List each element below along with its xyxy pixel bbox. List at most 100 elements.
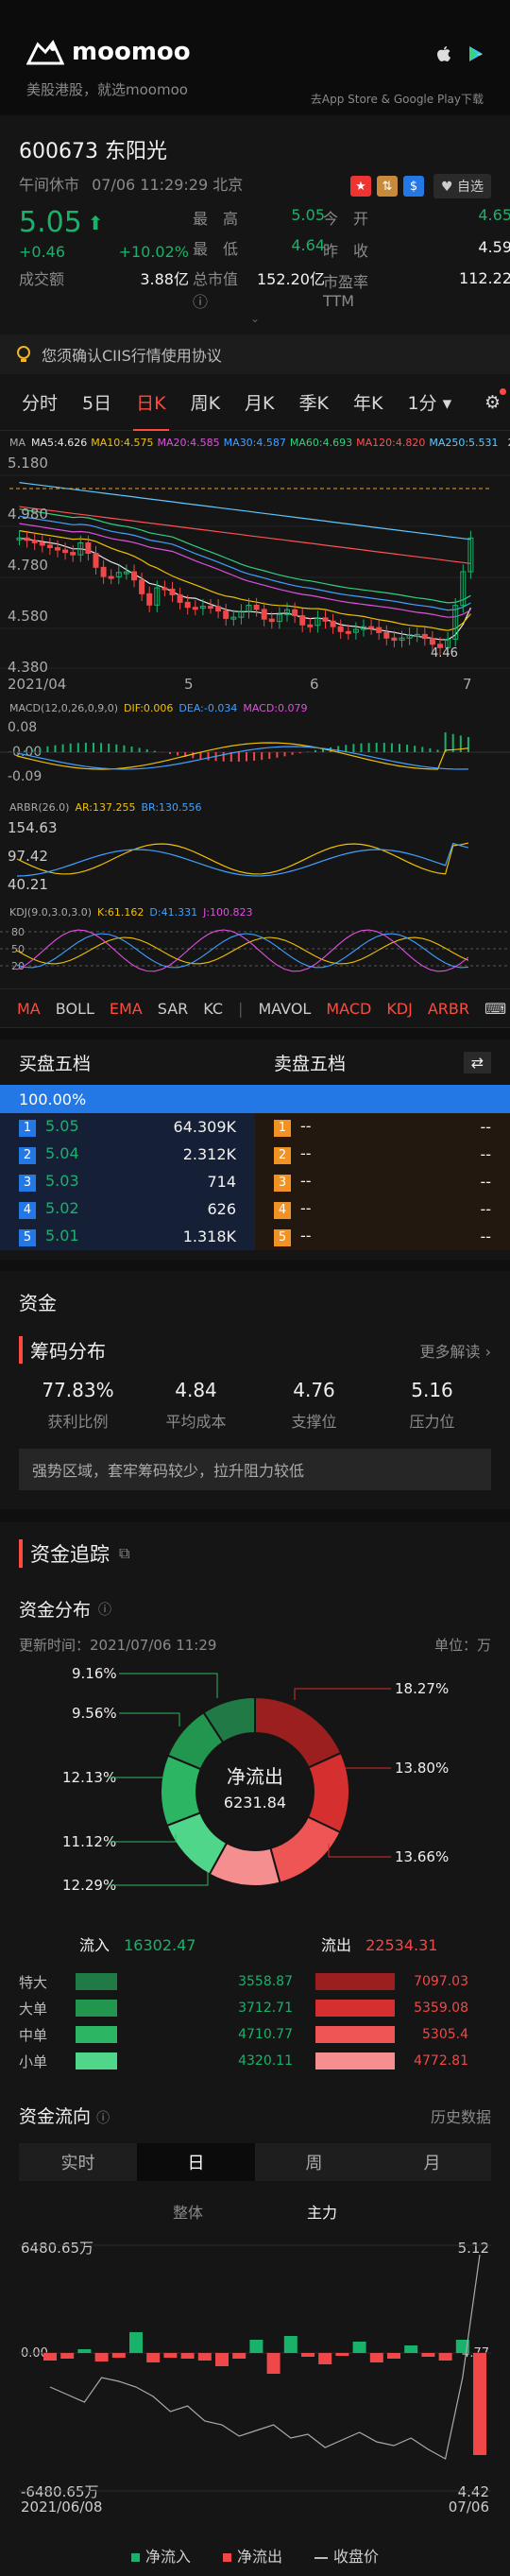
tab-daily-k[interactable]: 日K	[124, 389, 178, 432]
orderbook-toggle-icon[interactable]: ⇄	[463, 1051, 491, 1073]
kdj-j: J:100.823	[203, 906, 253, 919]
store-download-text[interactable]: 去App Store & Google Play下载	[311, 91, 484, 107]
google-play-icon[interactable]	[468, 45, 484, 62]
kline-candle	[31, 540, 38, 543]
ask-level[interactable]: 5 -- --	[255, 1223, 510, 1250]
inflow-bar	[76, 2000, 117, 2017]
bid-price: 5.03	[45, 1172, 79, 1191]
kline-chart[interactable]: MA MA5:4.626 MA10:4.575 MA20:4.585 MA30:4.5…	[0, 431, 510, 988]
keyboard-icon[interactable]: ⌨	[477, 1000, 510, 1018]
flow-tab-month[interactable]: 月	[373, 2143, 491, 2181]
kline-candle	[184, 601, 191, 609]
expand-chevron-icon[interactable]: ⌄	[0, 312, 510, 325]
outflow-bar	[315, 1973, 395, 1990]
kdj-label: KDJ(9.0,3.0,3.0)	[9, 906, 92, 919]
ask-level-number: 3	[274, 1174, 291, 1192]
flow-info-icon[interactable]: ⓘ	[96, 2111, 110, 2126]
ind-tab-kc[interactable]: KC	[196, 1000, 230, 1018]
fund-donut-chart: 净流出 6231.84 9.16% 9.56% 12.13% 11.12% 12.29%…	[62, 1665, 449, 1894]
ind-tab-kdj[interactable]: KDJ	[379, 1000, 420, 1018]
donut-outflow-pct: 13.80%	[395, 1760, 449, 1777]
kline-candle	[93, 552, 99, 568]
tab-5day[interactable]: 5日	[70, 389, 124, 415]
flow-tab-week[interactable]: 周	[255, 2143, 373, 2181]
tab-1min[interactable]: 1分 ▾	[395, 389, 464, 415]
tab-weekly-k[interactable]: 周K	[178, 389, 232, 415]
chip-stat-label: 压力位	[409, 1413, 455, 1431]
chart-settings-icon[interactable]: ⚙	[484, 387, 506, 413]
bid-level[interactable]: 1 5.05 64.309K	[0, 1113, 255, 1141]
bid-price: 5.02	[45, 1199, 79, 1218]
moomoo-logo-icon	[26, 40, 64, 65]
chip-stat: 5.16 压力位	[373, 1379, 491, 1432]
orderbook-row: 3 5.03 714 3 -- --	[0, 1168, 510, 1195]
ask-level[interactable]: 4 -- --	[255, 1195, 510, 1223]
tab-monthly-k[interactable]: 月K	[232, 389, 286, 415]
ind-tab-boll[interactable]: BOLL	[48, 1000, 102, 1018]
fund-dist-header: 资金分布 ⓘ	[0, 1568, 510, 1622]
fund-unit: 单位：万	[434, 1637, 491, 1654]
chip-stat-value: 77.83%	[42, 1379, 114, 1401]
flow-bar	[215, 2353, 229, 2366]
bid-level[interactable]: 2 5.04 2.312K	[0, 1141, 255, 1168]
flow-tab-realtime[interactable]: 实时	[19, 2143, 137, 2181]
external-link-icon[interactable]: ⧉	[119, 1544, 129, 1563]
flow-bar	[266, 2353, 280, 2374]
chip-stat-value: 4.76	[293, 1379, 335, 1401]
high-value: 5.05	[291, 206, 325, 224]
arbr-y-top: 154.63	[8, 819, 58, 836]
ind-tab-macd[interactable]: MACD	[318, 1000, 379, 1018]
ind-tab-mavol[interactable]: MAVOL	[250, 1000, 318, 1018]
kdj-svg: 80 50 20	[0, 926, 510, 972]
bid-level[interactable]: 3 5.03 714	[0, 1168, 255, 1195]
ind-tab-arbr[interactable]: ARBR	[420, 1000, 477, 1018]
kline-candle	[223, 610, 230, 619]
arbr-legend: ARBR(26.0) AR:137.255 BR:130.556	[0, 798, 510, 817]
ask-level[interactable]: 2 -- --	[255, 1141, 510, 1168]
chip-more-link[interactable]: 更多解读 ›	[420, 1339, 492, 1362]
connect-icon: ⇅	[376, 176, 398, 197]
kdj-k: K:61.162	[97, 906, 144, 919]
ask-level[interactable]: 1 -- --	[255, 1113, 510, 1141]
macd-dif-line	[16, 742, 468, 770]
market-cap-label: 总市值ⓘ	[193, 270, 239, 311]
info-icon[interactable]: ⓘ	[98, 1600, 111, 1619]
flow-bar	[60, 2353, 75, 2359]
flow-bar	[301, 2353, 314, 2357]
orderbook-header: 买盘五档 卖盘五档 ⇄	[0, 1039, 510, 1085]
order-size-label: 特大	[19, 1973, 48, 1991]
arbr-y-mid: 97.42	[8, 848, 48, 865]
flow-period-tabs: 实时 日 周 月	[19, 2143, 491, 2181]
flow-bar	[438, 2353, 452, 2361]
bid-level[interactable]: 5 5.01 1.318K	[0, 1223, 255, 1250]
ind-tab-ma[interactable]: MA	[9, 1000, 48, 1018]
order-size-label: 小单	[19, 2052, 48, 2070]
moomoo-banner[interactable]: moomoo 美股港股，就选moomoo 去App Store & Google…	[0, 0, 510, 115]
macd-y-bottom: -0.09	[8, 769, 42, 784]
flow-bar	[404, 2345, 418, 2353]
flow-subtab-overall[interactable]: 整体	[173, 2200, 203, 2223]
tab-quarterly-k[interactable]: 季K	[287, 389, 341, 415]
chip-tip: 强势区域，套牢筹码较少，拉升阻力较低	[19, 1449, 491, 1490]
apple-icon[interactable]	[436, 45, 451, 62]
bid-level-number: 4	[19, 1201, 36, 1219]
ciis-notice[interactable]: 您须确认CIIS行情使用协议	[0, 335, 510, 374]
flow-subtab-main[interactable]: 主力	[307, 2200, 337, 2223]
donut-center-label: 净流出	[227, 1765, 283, 1788]
flow-bar	[94, 2353, 109, 2361]
bid-price: 5.01	[45, 1227, 79, 1245]
legend-inflow: 净流入	[130, 2544, 191, 2567]
bid-level[interactable]: 4 5.02 626	[0, 1195, 255, 1223]
inflow-amount: 4320.11	[238, 2053, 293, 2069]
ask-level[interactable]: 3 -- --	[255, 1168, 510, 1195]
tab-yearly-k[interactable]: 年K	[341, 389, 395, 415]
ind-tab-ema[interactable]: EMA	[102, 1000, 150, 1018]
inflow-amount: 3558.87	[238, 1974, 293, 1989]
donut-inflow-pct: 9.16%	[72, 1665, 117, 1682]
kline-candle	[169, 588, 176, 595]
flow-tab-day[interactable]: 日	[137, 2143, 255, 2181]
history-data-link[interactable]: 历史数据	[431, 2104, 491, 2127]
tab-intraday[interactable]: 分时	[9, 389, 70, 415]
donut-leader-line	[110, 1777, 167, 1781]
ind-tab-sar[interactable]: SAR	[150, 1000, 196, 1018]
